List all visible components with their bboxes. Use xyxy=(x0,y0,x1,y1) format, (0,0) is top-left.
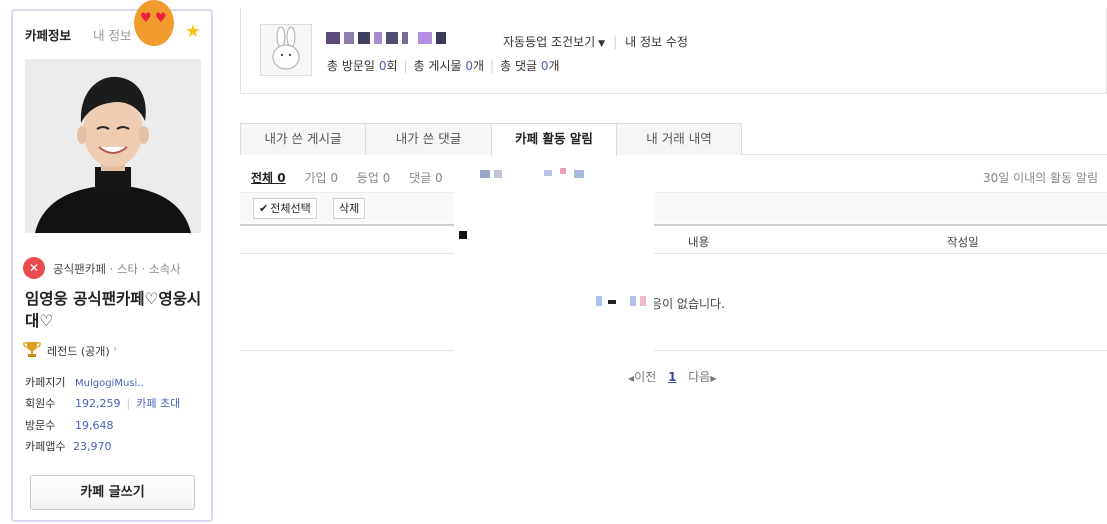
visit-unit: 회 xyxy=(386,59,398,73)
next-page-link[interactable]: 다음 xyxy=(688,370,710,384)
delete-button[interactable]: 삭제 xyxy=(333,198,366,219)
col-date: 작성일 xyxy=(947,235,979,249)
comments-unit: 개 xyxy=(548,59,560,73)
filter-all[interactable]: 전체 0 xyxy=(251,171,286,185)
action-bar: ✔ 전체선택 삭제 xyxy=(240,192,1107,223)
select-all-button[interactable]: ✔ 전체선택 xyxy=(253,198,317,219)
prev-page-link[interactable]: 이전 xyxy=(634,370,656,384)
visit-label: 총 방문일 xyxy=(327,59,375,73)
tab-my-comments[interactable]: 내가 쓴 댓글 xyxy=(365,123,492,155)
divider: | xyxy=(403,59,408,73)
members-value: 192,259 xyxy=(75,397,121,410)
member-summary: 자동등업 조건보기 ▼ | 내 정보 수정 총 방문일 0회 | 총 게시물 0개 | 총 댓… xyxy=(240,8,1107,94)
heart-eye-icon: ♥ xyxy=(140,11,152,26)
visits-value: 19,648 xyxy=(75,419,114,432)
col-content: 내용 xyxy=(688,235,710,249)
manager-label: 카페지기 xyxy=(25,376,66,389)
member-links: 자동등업 조건보기 ▼ | 내 정보 수정 xyxy=(503,33,688,50)
stat-manager: 카페지기 MulgogiMusi.. xyxy=(25,374,205,390)
write-post-button[interactable]: 카페 글쓰기 xyxy=(30,475,195,510)
stat-visits: 방문수 19,648 xyxy=(25,417,205,433)
current-page[interactable]: 1 xyxy=(668,370,676,384)
trophy-icon xyxy=(23,342,41,357)
comments-count: 0 xyxy=(540,59,549,73)
tab-activity-alerts[interactable]: 카페 활동 알림 xyxy=(491,123,617,156)
cafe-info-panel: 카페정보 내 정보 ★ ✕ 공식팬카페 · 스타 · 소속사 임영웅 공식팬카페… xyxy=(11,9,213,522)
cafe-type-label: 공식팬카페 · 스타 · 소속사 xyxy=(53,261,181,277)
alert-filters: 전체 0 가입 0 등업 0 댓글 0 xyxy=(251,169,458,186)
cafe-category[interactable]: · 스타 · 소속사 xyxy=(110,262,181,276)
tab-my-posts[interactable]: 내가 쓴 게시글 xyxy=(240,123,366,155)
tab-cafe-info[interactable]: 카페정보 xyxy=(25,25,71,44)
divider: | xyxy=(490,59,495,73)
cafe-grade: 레전드 (공개) xyxy=(47,345,110,358)
cafe-type: 공식팬카페 xyxy=(53,262,106,276)
posts-count: 0 xyxy=(465,59,473,73)
chevron-right-icon: › xyxy=(113,342,118,355)
app-users-label: 카페앱수 xyxy=(25,440,66,453)
invite-link[interactable]: 카페 초대 xyxy=(136,397,180,410)
member-stats: 총 방문일 0회 | 총 게시물 0개 | 총 댓글 0개 xyxy=(327,57,560,74)
next-arrow-icon[interactable]: ▶ xyxy=(710,374,716,383)
posts-unit: 개 xyxy=(473,59,485,73)
official-cafe-icon: ✕ xyxy=(23,257,45,279)
filter-join[interactable]: 가입 0 xyxy=(304,171,338,185)
caret-down-icon[interactable]: ▼ xyxy=(598,39,605,49)
check-icon: ✔ xyxy=(259,202,269,215)
nickname-masked xyxy=(326,32,462,44)
visits-label: 방문수 xyxy=(25,419,56,432)
activity-tabs: 내가 쓴 게시글 내가 쓴 댓글 카페 활동 알림 내 거래 내역 xyxy=(240,123,1107,156)
member-avatar[interactable] xyxy=(260,24,312,76)
select-all-label: 전체선택 xyxy=(270,202,311,215)
cafe-profile-photo xyxy=(25,59,201,233)
comments-label: 총 댓글 xyxy=(500,59,538,73)
filter-rankup[interactable]: 등업 0 xyxy=(357,171,391,185)
cafe-grade-row[interactable]: 레전드 (공개) › xyxy=(23,340,143,358)
divider: | xyxy=(126,397,131,410)
tab-my-info[interactable]: 내 정보 xyxy=(93,25,131,44)
side-tabs: 카페정보 내 정보 ★ xyxy=(25,23,201,44)
heart-eye-icon: ♥ xyxy=(155,11,167,26)
filter-note: 30일 이내의 활동 알림 xyxy=(982,171,1098,185)
tab-trade-history[interactable]: 내 거래 내역 xyxy=(616,123,742,155)
stat-members: 회원수 192,259 | 카페 초대 xyxy=(25,395,205,411)
manager-value[interactable]: MulgogiMusi.. xyxy=(75,378,144,389)
star-icon[interactable]: ★ xyxy=(185,23,201,41)
emoticon-face-icon: ♥ ♥ xyxy=(134,0,174,46)
posts-label: 총 게시물 xyxy=(413,59,462,73)
stat-app-users: 카페앱수 23,970 xyxy=(25,438,205,454)
my-info-edit-link[interactable]: 내 정보 수정 xyxy=(625,35,688,49)
cafe-type-row: ✕ 공식팬카페 · 스타 · 소속사 xyxy=(23,257,209,279)
members-label: 회원수 xyxy=(25,397,56,410)
privacy-mask xyxy=(454,168,654,364)
auto-rank-link[interactable]: 자동등업 조건보기 xyxy=(503,35,595,49)
pagination: ◀이전 1 다음▶ xyxy=(628,368,717,385)
list-header: 내용 작성일 xyxy=(240,224,1107,254)
empty-list: 반응이 없습니다. xyxy=(240,254,1107,351)
filter-comment[interactable]: 댓글 0 xyxy=(409,171,443,185)
app-users-value: 23,970 xyxy=(73,440,112,453)
divider: | xyxy=(613,35,618,49)
cafe-name[interactable]: 임영웅 공식팬카페♡영웅시대♡ xyxy=(25,288,207,332)
